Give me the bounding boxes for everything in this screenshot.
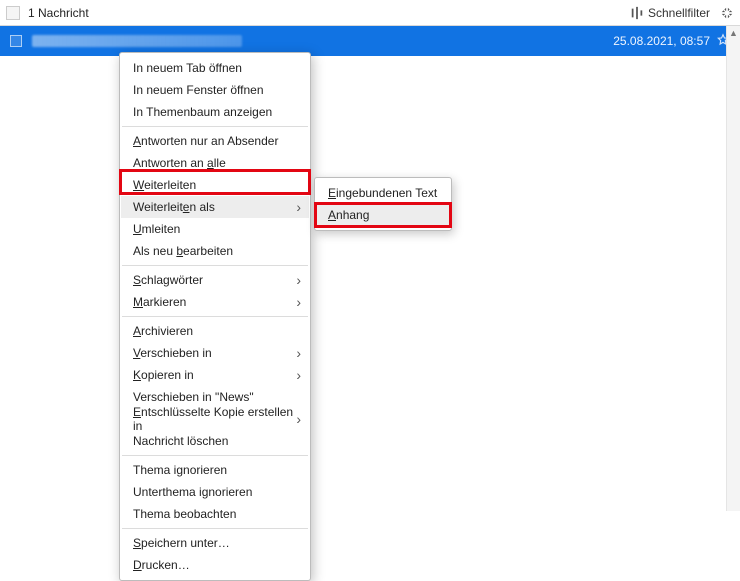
menu-item[interactable]: In neuem Fenster öffnen — [121, 79, 309, 101]
menu-item-label: Kopieren in — [133, 368, 194, 382]
filter-icon[interactable] — [630, 6, 644, 20]
menu-item[interactable]: Thema ignorieren — [121, 459, 309, 481]
menu-item-label: Archivieren — [133, 324, 193, 338]
message-count: 1 Nachricht — [28, 6, 89, 20]
menu-item-label: Thema ignorieren — [133, 463, 227, 477]
menu-item[interactable]: Entschlüsselte Kopie erstellen in — [121, 408, 309, 430]
menu-separator — [122, 265, 308, 266]
menu-item-label: In Themenbaum anzeigen — [133, 105, 272, 119]
context-menu: In neuem Tab öffnen In neuem Fenster öffn… — [119, 52, 311, 581]
thread-column-icon[interactable] — [6, 6, 20, 20]
menu-item-label: Entschlüsselte Kopie erstellen in — [133, 405, 297, 433]
scrollbar[interactable]: ▲ — [726, 26, 740, 511]
submenu-item[interactable]: Anhang — [316, 204, 450, 226]
submenu-item[interactable]: Eingebundenen Text — [316, 182, 450, 204]
menu-separator — [122, 316, 308, 317]
menu-item[interactable]: Weiterleiten als — [121, 196, 309, 218]
menu-item[interactable]: Verschieben in — [121, 342, 309, 364]
menu-item-label: Antworten nur an Absender — [133, 134, 278, 148]
menu-item[interactable]: Antworten nur an Absender — [121, 130, 309, 152]
message-row[interactable]: 25.08.2021, 08:57 — [0, 26, 740, 56]
menu-item-label: Nachricht löschen — [133, 434, 228, 448]
scroll-up-icon[interactable]: ▲ — [727, 26, 740, 40]
menu-item-label: Markieren — [133, 295, 186, 309]
menu-item[interactable]: Unterthema ignorieren — [121, 481, 309, 503]
menu-separator — [122, 126, 308, 127]
collapse-icon[interactable] — [720, 6, 734, 20]
menu-item[interactable]: Kopieren in — [121, 364, 309, 386]
menu-item-label: In neuem Tab öffnen — [133, 61, 242, 75]
message-subject-redacted — [32, 35, 242, 47]
menu-item-label: Drucken… — [133, 558, 190, 572]
menu-item-label: Thema beobachten — [133, 507, 236, 521]
menu-item[interactable]: Umleiten — [121, 218, 309, 240]
menu-item-label: Verschieben in — [133, 346, 212, 360]
forward-as-submenu: Eingebundenen Text Anhang — [314, 177, 452, 231]
menu-item-label: Unterthema ignorieren — [133, 485, 252, 499]
menu-item[interactable]: Als neu bearbeiten — [121, 240, 309, 262]
menu-item[interactable]: Antworten an alle — [121, 152, 309, 174]
menu-item[interactable]: Schlagwörter — [121, 269, 309, 291]
message-timestamp: 25.08.2021, 08:57 — [613, 34, 710, 48]
menu-item[interactable]: Archivieren — [121, 320, 309, 342]
message-toolbar: 1 Nachricht Schnellfilter — [0, 0, 740, 26]
quickfilter-button[interactable]: Schnellfilter — [648, 6, 710, 20]
menu-item[interactable]: In neuem Tab öffnen — [121, 57, 309, 79]
menu-item[interactable]: Markieren — [121, 291, 309, 313]
menu-item-label: In neuem Fenster öffnen — [133, 83, 264, 97]
menu-item-label: Umleiten — [133, 222, 180, 236]
menu-item-label: Weiterleiten — [133, 178, 196, 192]
submenu-item-label: Eingebundenen Text — [328, 186, 437, 200]
menu-separator — [122, 455, 308, 456]
menu-item-label: Als neu bearbeiten — [133, 244, 233, 258]
menu-item[interactable]: Weiterleiten — [121, 174, 309, 196]
menu-item[interactable]: In Themenbaum anzeigen — [121, 101, 309, 123]
menu-item-label: Antworten an alle — [133, 156, 226, 170]
menu-separator — [122, 528, 308, 529]
message-checkbox[interactable] — [10, 35, 22, 47]
menu-item-label: Verschieben in "News" — [133, 390, 254, 404]
menu-item-label: Speichern unter… — [133, 536, 230, 550]
submenu-item-label: Anhang — [328, 208, 369, 222]
menu-item[interactable]: Thema beobachten — [121, 503, 309, 525]
menu-item[interactable]: Speichern unter… — [121, 532, 309, 554]
menu-item-label: Weiterleiten als — [133, 200, 215, 214]
menu-item[interactable]: Drucken… — [121, 554, 309, 576]
menu-item[interactable]: Nachricht löschen — [121, 430, 309, 452]
menu-item-label: Schlagwörter — [133, 273, 203, 287]
